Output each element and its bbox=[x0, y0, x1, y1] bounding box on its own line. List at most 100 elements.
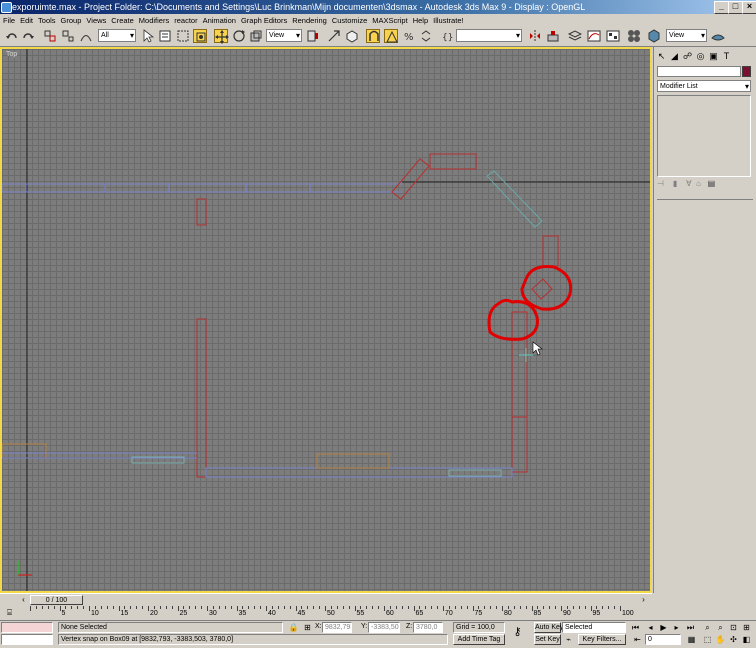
mirror-icon[interactable] bbox=[528, 29, 542, 43]
current-frame-field[interactable]: 0 bbox=[645, 634, 681, 645]
pin-stack-icon[interactable]: ⊣ bbox=[657, 179, 664, 188]
reference-coordinate-dropdown[interactable]: View bbox=[266, 29, 302, 42]
select-by-name-icon[interactable] bbox=[158, 29, 172, 43]
play-animation-icon[interactable]: ▶ bbox=[658, 622, 669, 633]
menu-group[interactable]: Group bbox=[61, 16, 82, 25]
arc-rotate-icon[interactable]: ✣ bbox=[728, 634, 739, 645]
select-and-link-icon[interactable] bbox=[43, 29, 57, 43]
next-frame-icon[interactable]: ▸ bbox=[671, 622, 682, 633]
align-icon[interactable] bbox=[546, 29, 560, 43]
create-tab-icon[interactable]: ↖ bbox=[656, 51, 667, 62]
close-button[interactable]: × bbox=[742, 1, 756, 14]
layer-manager-icon[interactable] bbox=[568, 29, 582, 43]
go-to-start-icon[interactable]: ⏮ bbox=[630, 622, 641, 633]
region-zoom-icon[interactable]: ⬚ bbox=[702, 634, 713, 645]
select-and-rotate-icon[interactable] bbox=[232, 29, 246, 43]
material-editor-icon[interactable] bbox=[627, 29, 641, 43]
display-tab-icon[interactable]: ▣ bbox=[708, 51, 719, 62]
menu-edit[interactable]: Edit bbox=[20, 16, 33, 25]
maximize-button[interactable]: □ bbox=[728, 1, 743, 14]
menu-create[interactable]: Create bbox=[111, 16, 134, 25]
maxscript-listener-mini[interactable] bbox=[1, 622, 53, 633]
key-mode-dropdown[interactable]: Selected bbox=[562, 622, 626, 633]
redo-icon[interactable] bbox=[21, 29, 35, 43]
key-filters-button[interactable]: Key Filters... bbox=[578, 634, 626, 645]
time-configuration-icon[interactable]: ▦ bbox=[686, 634, 697, 645]
set-key-button[interactable]: Set Key bbox=[534, 634, 561, 645]
select-and-manipulate-icon[interactable] bbox=[327, 29, 341, 43]
select-object-icon[interactable] bbox=[141, 29, 155, 43]
modifier-stack[interactable] bbox=[657, 95, 751, 177]
configure-modifier-sets-icon[interactable]: ▤ bbox=[708, 179, 716, 188]
zoom-extents-icon[interactable]: ⊡ bbox=[728, 622, 739, 633]
absolute-mode-transform-icon[interactable]: ⊞ bbox=[302, 622, 313, 633]
object-name-field[interactable] bbox=[657, 66, 741, 77]
time-slider-thumb[interactable]: 0 / 100 bbox=[30, 595, 83, 605]
curve-editor-icon[interactable] bbox=[587, 29, 601, 43]
menu-customize[interactable]: Customize bbox=[332, 16, 367, 25]
select-and-move-icon[interactable] bbox=[214, 29, 229, 44]
percent-snap-icon[interactable]: % bbox=[402, 29, 416, 43]
rectangular-selection-icon[interactable] bbox=[176, 29, 190, 43]
make-unique-icon[interactable]: ∀ bbox=[686, 179, 691, 188]
pivot-center-icon[interactable] bbox=[306, 29, 320, 43]
menu-animation[interactable]: Animation bbox=[203, 16, 236, 25]
lock-selection-icon[interactable]: 🔒 bbox=[288, 622, 299, 633]
minimize-button[interactable]: _ bbox=[714, 1, 729, 14]
menu-maxscript[interactable]: MAXScript bbox=[372, 16, 407, 25]
open-mini-curve-editor-icon[interactable]: ⌸ bbox=[4, 607, 15, 618]
zoom-extents-all-icon[interactable]: ⊞ bbox=[741, 622, 752, 633]
menu-graph-editors[interactable]: Graph Editors bbox=[241, 16, 287, 25]
snaps-toggle-icon[interactable] bbox=[366, 29, 380, 43]
zoom-all-icon[interactable]: ⌕ bbox=[715, 622, 726, 633]
set-key-mode-icon[interactable]: ⚷ bbox=[512, 627, 523, 638]
time-slider-next-icon[interactable]: › bbox=[638, 594, 649, 605]
utilities-tab-icon[interactable]: T bbox=[721, 51, 732, 62]
spinner-snap-icon[interactable] bbox=[419, 29, 433, 43]
key-mode-toggle-icon[interactable]: ⇤ bbox=[632, 634, 643, 645]
show-end-result-icon[interactable]: ▮ bbox=[673, 179, 677, 188]
modifier-list-dropdown[interactable]: Modifier List bbox=[657, 80, 751, 92]
window-crossing-icon[interactable] bbox=[193, 29, 207, 43]
menu-reactor[interactable]: reactor bbox=[174, 16, 197, 25]
unlink-selection-icon[interactable] bbox=[61, 29, 75, 43]
menu-file[interactable]: File bbox=[3, 16, 15, 25]
menu-modifiers[interactable]: Modifiers bbox=[139, 16, 169, 25]
bind-to-space-warp-icon[interactable] bbox=[79, 29, 93, 43]
angle-snap-toggle-icon[interactable] bbox=[384, 29, 398, 43]
time-slider-prev-icon[interactable]: ‹ bbox=[18, 594, 29, 605]
render-type-dropdown[interactable]: View bbox=[666, 29, 707, 42]
menu-rendering[interactable]: Rendering bbox=[292, 16, 327, 25]
quick-render-icon[interactable] bbox=[711, 29, 725, 43]
x-coordinate-field[interactable]: 9832,793 bbox=[322, 622, 352, 633]
add-time-tag-button[interactable]: Add Time Tag bbox=[453, 634, 505, 645]
selection-filter-dropdown[interactable]: All bbox=[98, 29, 136, 42]
hierarchy-tab-icon[interactable]: ☍ bbox=[682, 51, 693, 62]
menu-help[interactable]: Help bbox=[413, 16, 428, 25]
menu-illustrate[interactable]: Illustrate! bbox=[433, 16, 463, 25]
auto-key-button[interactable]: Auto Key bbox=[534, 622, 563, 633]
keyboard-shortcut-override-icon[interactable] bbox=[345, 29, 359, 43]
menu-views[interactable]: Views bbox=[86, 16, 106, 25]
maxscript-listener-output[interactable] bbox=[1, 634, 53, 645]
go-to-end-icon[interactable]: ⏭ bbox=[685, 622, 696, 633]
undo-icon[interactable] bbox=[5, 29, 19, 43]
menu-tools[interactable]: Tools bbox=[38, 16, 56, 25]
select-and-scale-icon[interactable] bbox=[249, 29, 263, 43]
modify-tab-icon[interactable]: ◢ bbox=[669, 51, 680, 62]
named-selection-sets-dropdown[interactable] bbox=[456, 29, 522, 42]
motion-tab-icon[interactable]: ◎ bbox=[695, 51, 706, 62]
pan-view-icon[interactable]: ✋ bbox=[715, 634, 726, 645]
maximize-viewport-icon[interactable]: ◧ bbox=[741, 634, 752, 645]
z-coordinate-field[interactable]: 3780,0 bbox=[413, 622, 443, 633]
viewport-top[interactable]: Top bbox=[0, 47, 652, 593]
object-color-swatch[interactable] bbox=[742, 66, 751, 77]
remove-modifier-icon[interactable]: ⌂ bbox=[696, 179, 701, 188]
schematic-view-icon[interactable] bbox=[606, 29, 620, 43]
render-scene-dialog-icon[interactable] bbox=[647, 29, 661, 43]
edit-named-selection-icon[interactable]: {} bbox=[441, 29, 455, 43]
y-coordinate-field[interactable]: -3383,503 bbox=[368, 622, 400, 633]
key-icon[interactable]: ⌁ bbox=[563, 634, 574, 645]
app-icon[interactable] bbox=[1, 2, 12, 13]
track-bar[interactable]: 5 10 15 20 25 30 35 40 45 50 55 60 65 70 75 80 85 90 95 100 bbox=[18, 606, 652, 620]
